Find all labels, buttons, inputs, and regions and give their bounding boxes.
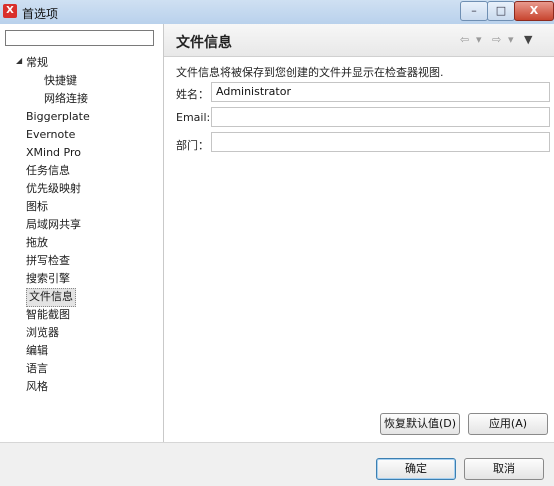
view-menu-icon[interactable]: ▼: [524, 33, 532, 46]
sidebar-item[interactable]: 风格: [26, 378, 48, 395]
ok-button[interactable]: 确定: [376, 458, 456, 480]
sidebar-item[interactable]: 智能截图: [26, 306, 70, 323]
sidebar-item[interactable]: 拼写检查: [26, 252, 70, 269]
maximize-button[interactable]: □: [487, 1, 515, 21]
title-bar: X 首选项 – □ X: [0, 0, 554, 25]
preferences-window: X 首选项 – □ X ◢ 常规 快捷键 网络连接 Biggerplate Everno…: [0, 0, 554, 486]
window-title: 首选项: [22, 7, 59, 21]
sidebar-item[interactable]: Biggerplate: [26, 108, 90, 125]
sidebar-item[interactable]: 任务信息: [26, 162, 70, 179]
sidebar-item[interactable]: Evernote: [26, 126, 75, 143]
forward-dropdown-icon[interactable]: ▾: [508, 33, 514, 46]
preferences-sidebar: ◢ 常规 快捷键 网络连接 Biggerplate Evernote XMind Pro 任…: [0, 24, 164, 442]
sidebar-item[interactable]: 语言: [26, 360, 48, 377]
sidebar-item[interactable]: 拖放: [26, 234, 48, 251]
apply-button[interactable]: 应用(A): [468, 413, 548, 435]
email-field[interactable]: [211, 107, 550, 127]
email-label: Email:: [176, 111, 211, 124]
dialog-button-bar: 确定 取消: [0, 442, 554, 486]
department-label: 部门：: [176, 139, 209, 152]
filter-input[interactable]: [5, 30, 154, 46]
sidebar-item[interactable]: 常规: [26, 54, 48, 71]
restore-defaults-button[interactable]: 恢复默认值(D): [380, 413, 460, 435]
name-label: 姓名：: [176, 88, 209, 101]
collapse-toggle-icon[interactable]: ◢: [16, 56, 22, 65]
sidebar-item[interactable]: 搜索引擎: [26, 270, 70, 287]
xmind-app-icon: X: [3, 4, 17, 18]
sidebar-item[interactable]: 编辑: [26, 342, 48, 359]
back-dropdown-icon[interactable]: ▾: [476, 33, 482, 46]
sidebar-item[interactable]: XMind Pro: [26, 144, 81, 161]
close-button[interactable]: X: [514, 1, 554, 21]
page-header: 文件信息 ⇦ ▾ ⇨ ▾ ▼: [164, 24, 554, 57]
sidebar-item[interactable]: 浏览器: [26, 324, 59, 341]
name-field[interactable]: Administrator: [211, 82, 550, 102]
sidebar-item[interactable]: 网络连接: [44, 90, 88, 107]
back-arrow-icon[interactable]: ⇦: [460, 33, 469, 46]
sidebar-item[interactable]: 优先级映射: [26, 180, 81, 197]
page-description: 文件信息将被保存到您创建的文件并显示在检查器视图.: [176, 66, 444, 79]
department-field[interactable]: [211, 132, 550, 152]
page-title: 文件信息: [176, 35, 232, 51]
forward-arrow-icon[interactable]: ⇨: [492, 33, 501, 46]
sidebar-item[interactable]: 局域网共享: [26, 216, 81, 233]
sidebar-item[interactable]: 文件信息: [26, 288, 76, 307]
cancel-button[interactable]: 取消: [464, 458, 544, 480]
preference-page: 文件信息 ⇦ ▾ ⇨ ▾ ▼ 文件信息将被保存到您创建的文件并显示在检查器视图.…: [164, 24, 554, 442]
minimize-button[interactable]: –: [460, 1, 488, 21]
sidebar-item[interactable]: 快捷键: [44, 72, 77, 89]
sidebar-item[interactable]: 图标: [26, 198, 48, 215]
